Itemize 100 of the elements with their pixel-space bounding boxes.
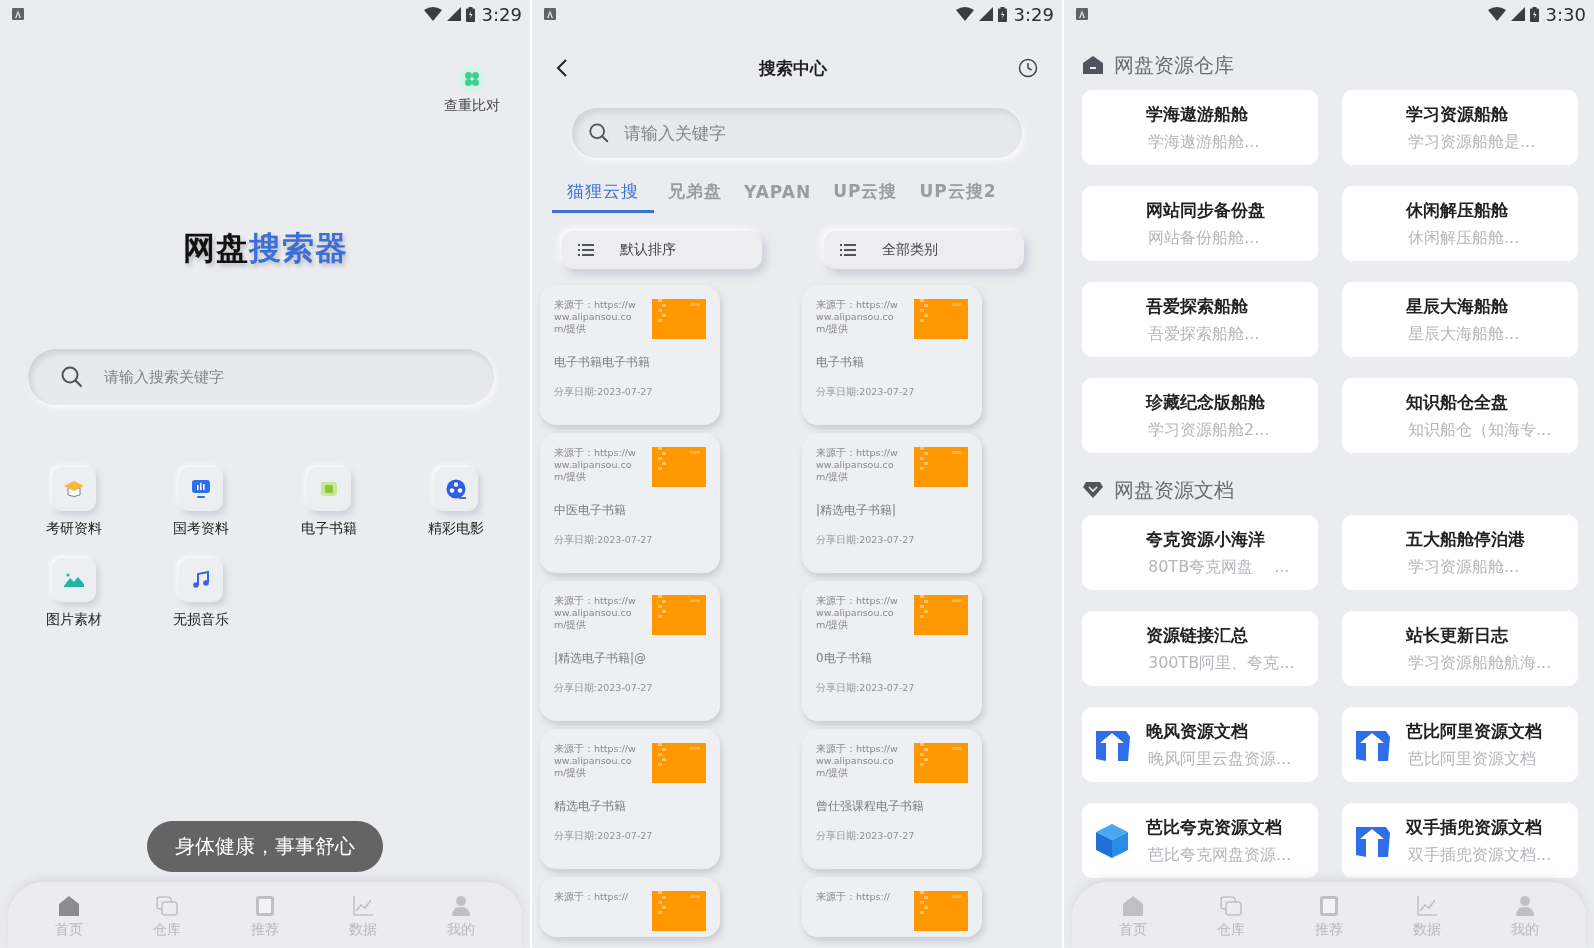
category-button[interactable]: 国考资料 xyxy=(137,467,265,538)
filter-button[interactable]: 默认排序 xyxy=(562,231,762,269)
source-text: 来源于：https:// xyxy=(816,891,892,903)
resource-title: 休闲解压船舱 xyxy=(1406,198,1509,222)
resource-title: 网站同步备份盘 xyxy=(1146,198,1265,222)
resource-title: 芭比阿里资源文档 xyxy=(1406,719,1542,743)
resource-title: 晚风资源文档 xyxy=(1146,719,1249,743)
user-icon xyxy=(1515,895,1535,917)
share-date: 分享日期:2023-07-27 xyxy=(816,534,916,547)
result-title: |精选电子书籍| xyxy=(816,502,898,519)
result-card[interactable]: 来源于：https://www.alipansou.com/提供 电子书籍电子书籍 分享日期:2023-07-27 xyxy=(540,285,720,425)
search-icon xyxy=(588,122,610,144)
resource-card[interactable]: 芭比夸克资源文档 芭比夸克网盘资源... xyxy=(1082,803,1318,878)
resource-title: 知识船仓全盘 xyxy=(1406,390,1509,414)
resource-card[interactable]: 学海遨游船舱 学海遨游船舱... xyxy=(1082,90,1318,165)
signal-icon xyxy=(446,7,461,21)
notification-icon xyxy=(12,8,24,20)
graduation-cap-icon xyxy=(63,480,84,498)
result-card[interactable]: 来源于：https://www.alipansou.com/提供 曾仕强课程电子书籍 分享日期:2023-07-27 xyxy=(802,729,982,869)
result-title: |精选电子书籍|@ xyxy=(554,650,648,667)
resource-title: 夸克资源小海洋 xyxy=(1146,527,1266,551)
result-card[interactable]: 来源于：https://www.alipansou.com/提供 0电子书籍 分享日期:2023-07-27 xyxy=(802,581,982,721)
result-title: 中医电子书籍 xyxy=(554,502,627,519)
stacked-windows-icon xyxy=(1220,895,1242,917)
resource-card[interactable]: 网站同步备份盘 网站备份船舱... xyxy=(1082,186,1318,261)
film-reel-icon xyxy=(445,478,468,500)
category-button[interactable]: 无损音乐 xyxy=(137,558,265,629)
resource-subtitle: 星辰大海船舱... xyxy=(1407,323,1520,345)
resource-card[interactable]: 星辰大海船舱 星辰大海船舱... xyxy=(1342,282,1578,357)
source-tab[interactable]: 猫狸云搜 xyxy=(552,176,654,213)
compare-button[interactable]: 查重比对 xyxy=(444,66,500,115)
search-input[interactable]: 请输入关键字 xyxy=(622,122,1006,144)
share-date: 分享日期:2023-07-27 xyxy=(816,386,916,399)
source-text: 来源于：https://www.alipansou.com/提供 xyxy=(816,299,898,335)
resource-card[interactable]: 晚风资源文档 晚风阿里云盘资源... xyxy=(1082,707,1318,782)
resource-card[interactable]: 休闲解压船舱 休闲解压船舱... xyxy=(1342,186,1578,261)
category-button[interactable]: 图片素材 xyxy=(10,558,138,629)
source-text: 来源于：https://www.alipansou.com/提供 xyxy=(554,299,636,335)
resource-subtitle: 芭比夸克网盘资源... xyxy=(1147,844,1292,866)
book-icon xyxy=(319,480,338,498)
house-icon xyxy=(1082,55,1104,75)
resource-title: 学习资源船舱 xyxy=(1406,102,1509,126)
resource-card[interactable]: 知识船仓全盘 知识船仓（知海专... xyxy=(1342,378,1578,453)
search-input[interactable]: 请输入搜索关键字 xyxy=(102,367,474,387)
resource-subtitle: 学习资源船舱是... xyxy=(1407,131,1536,153)
resource-card[interactable]: 资源链接汇总 300TB阿里、夸克... xyxy=(1082,611,1318,686)
category-button[interactable]: 考研资料 xyxy=(10,467,138,538)
resource-subtitle: 学习资源船舱航海... xyxy=(1407,652,1552,674)
section-title: 网盘资源文档 xyxy=(1114,476,1234,504)
resource-card[interactable]: 吾爱探索船舱 吾爱探索船舱... xyxy=(1082,282,1318,357)
status-time: 3:29 xyxy=(481,3,522,25)
resource-title: 学海遨游船舱 xyxy=(1146,102,1249,126)
category-button[interactable]: 电子书籍 xyxy=(265,467,393,538)
resource-title: 珍藏纪念版船舱 xyxy=(1146,390,1266,414)
category-button[interactable]: 精彩电影 xyxy=(392,467,520,538)
resource-title: 芭比夸克资源文档 xyxy=(1146,815,1283,839)
user-icon xyxy=(451,895,471,917)
home-icon xyxy=(1122,895,1144,917)
source-text: 来源于：https://www.alipansou.com/提供 xyxy=(554,447,636,483)
resource-title: 资源链接汇总 xyxy=(1146,623,1249,647)
signal-icon xyxy=(1510,7,1525,21)
resource-title: 双手插兜资源文档 xyxy=(1406,815,1543,839)
share-date: 分享日期:2023-07-27 xyxy=(554,830,654,843)
resource-subtitle: 芭比阿里资源文档 xyxy=(1407,748,1537,770)
result-title: 电子书籍电子书籍 xyxy=(554,354,651,371)
page-title: 搜索中心 xyxy=(759,56,827,80)
resource-card[interactable]: 夸克资源小海洋 80TB夸克网盘 ... xyxy=(1082,515,1318,590)
result-card[interactable]: 来源于：https://www.alipansou.com/提供 中医电子书籍 分享日期:2023-07-27 xyxy=(540,433,720,573)
result-card[interactable]: 来源于：https://www.alipansou.com/提供 |精选电子书籍| 分享日期:2023-07-27 xyxy=(802,433,982,573)
resource-card[interactable]: 芭比阿里资源文档 芭比阿里资源文档 xyxy=(1342,707,1578,782)
resource-subtitle: 学习资源船舱2... xyxy=(1147,419,1270,441)
notification-icon xyxy=(544,8,556,20)
result-card[interactable]: 来源于：https://www.alipansou.com/提供 电子书籍 分享日期:2023-07-27 xyxy=(802,285,982,425)
share-date: 分享日期:2023-07-27 xyxy=(816,682,916,695)
monitor-icon xyxy=(191,479,212,499)
resource-card[interactable]: 站长更新日志 学习资源船舱航海... xyxy=(1342,611,1578,686)
wifi-icon xyxy=(1487,7,1506,21)
battery-icon xyxy=(997,6,1007,22)
resource-card[interactable]: 学习资源船舱 学习资源船舱是... xyxy=(1342,90,1578,165)
source-text: 来源于：https://www.alipansou.com/提供 xyxy=(816,743,898,779)
share-date: 分享日期:2023-07-27 xyxy=(816,830,916,843)
wifi-icon xyxy=(955,7,974,21)
resource-title: 站长更新日志 xyxy=(1406,623,1509,647)
list-icon xyxy=(840,244,856,256)
resource-card[interactable]: 珍藏纪念版船舱 学习资源船舱2... xyxy=(1082,378,1318,453)
home-icon xyxy=(58,895,80,917)
result-card[interactable]: 来源于：https://www.alipansou.com/提供 |精选电子书籍|@ 分享日期:2023-07-27 xyxy=(540,581,720,721)
result-card[interactable]: 来源于：https://www.alipansou.com/提供 精选电子书籍 分享日期:2023-07-27 xyxy=(540,729,720,869)
resource-subtitle: 80TB夸克网盘 ... xyxy=(1147,556,1290,578)
resource-card[interactable]: 五大船舱停泊港 学习资源船舱... xyxy=(1342,515,1578,590)
resource-card[interactable]: 双手插兜资源文档 双手插兜资源文档... xyxy=(1342,803,1578,878)
line-chart-icon xyxy=(352,895,374,917)
resource-subtitle: 学海遨游船舱... xyxy=(1147,131,1260,153)
clock-icon xyxy=(1018,58,1038,78)
section-title: 网盘资源仓库 xyxy=(1114,51,1234,79)
status-time: 3:29 xyxy=(1013,3,1054,25)
list-icon xyxy=(578,244,594,256)
result-title: 曾仕强课程电子书籍 xyxy=(816,798,925,815)
source-text: 来源于：https:// xyxy=(554,891,630,903)
filter-button[interactable]: 全部类别 xyxy=(824,231,1024,269)
